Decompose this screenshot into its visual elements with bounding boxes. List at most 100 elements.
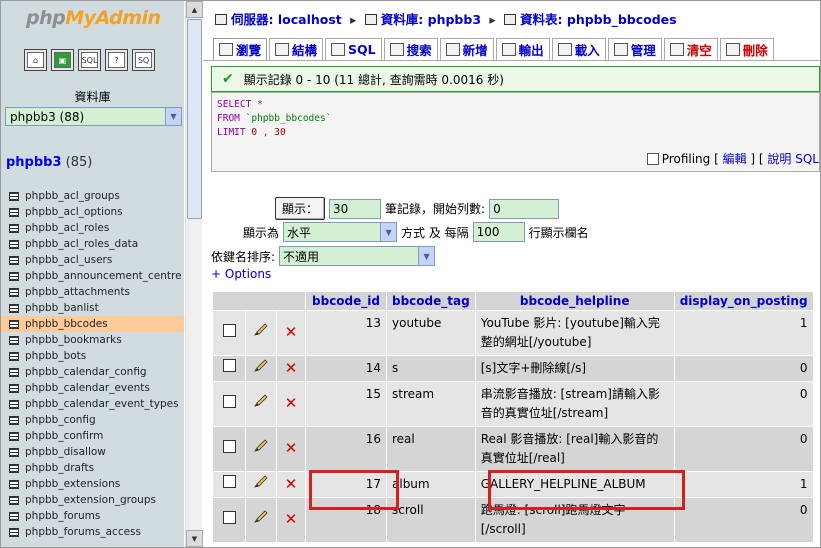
table-icon[interactable] — [9, 319, 19, 329]
sidebar-item-phpbb-bbcodes[interactable]: phpbb_bbcodes — [1, 316, 184, 332]
column-header-bbcode-helpline[interactable]: bbcode_helpline — [475, 292, 674, 310]
table-icon[interactable] — [9, 431, 19, 441]
explain-sql-link[interactable]: 說明 SQL — [767, 150, 819, 167]
docs-icon[interactable]: SQ — [132, 49, 155, 71]
breadcrumb-database[interactable]: phpbb3 — [428, 12, 481, 27]
delete-icon[interactable]: ✕ — [285, 359, 298, 377]
tab-sql[interactable]: SQL — [325, 38, 382, 60]
delete-icon[interactable]: ✕ — [285, 475, 298, 493]
edit-link[interactable]: 編輯 — [723, 150, 747, 167]
sidebar-item-phpbb-acl-roles-data[interactable]: phpbb_acl_roles_data — [1, 236, 184, 252]
delete-icon[interactable]: ✕ — [285, 323, 298, 341]
tab-operations[interactable]: 管理 — [607, 38, 662, 60]
column-header-display-on-posting[interactable]: display_on_posting — [674, 292, 813, 310]
pencil-icon[interactable] — [253, 510, 269, 524]
sql-icon[interactable]: SQL — [78, 49, 101, 71]
table-icon[interactable] — [9, 463, 19, 473]
table-icon[interactable] — [9, 303, 19, 313]
row-checkbox[interactable] — [222, 439, 236, 453]
sidebar-item-phpbb-bots[interactable]: phpbb_bots — [1, 348, 184, 364]
table-icon[interactable] — [9, 255, 19, 265]
delete-icon[interactable]: ✕ — [285, 394, 298, 412]
sidebar-item-phpbb-bookmarks[interactable]: phpbb_bookmarks — [1, 332, 184, 348]
table-icon[interactable] — [9, 527, 19, 537]
sidebar-scrollbar[interactable]: ▲ ▼ — [185, 1, 203, 547]
pencil-icon[interactable] — [253, 439, 269, 453]
tab-search[interactable]: 搜索 — [383, 38, 438, 60]
sidebar-item-phpbb-disallow[interactable]: phpbb_disallow — [1, 444, 184, 460]
scroll-up-icon[interactable]: ▲ — [186, 1, 203, 18]
pencil-icon[interactable] — [253, 394, 269, 408]
chevron-down-icon[interactable]: ▼ — [380, 223, 397, 241]
table-icon[interactable] — [9, 511, 19, 521]
column-header-bbcode-tag[interactable]: bbcode_tag — [387, 292, 475, 310]
sidebar-item-phpbb-acl-roles[interactable]: phpbb_acl_roles — [1, 220, 184, 236]
delete-icon[interactable]: ✕ — [285, 510, 298, 528]
table-icon[interactable] — [9, 415, 19, 425]
table-icon[interactable] — [9, 479, 19, 489]
pencil-icon[interactable] — [253, 323, 269, 337]
sidebar-item-phpbb-config[interactable]: phpbb_config — [1, 412, 184, 428]
tab-export[interactable]: 輸出 — [495, 38, 550, 60]
table-icon[interactable] — [9, 271, 19, 281]
mode-select[interactable]: 水平 ▼ — [283, 222, 398, 242]
tab-browse[interactable]: 瀏覽 — [213, 38, 268, 60]
exit-icon[interactable]: ▣ — [51, 49, 74, 71]
sidebar-item-phpbb-calendar-events[interactable]: phpbb_calendar_events — [1, 380, 184, 396]
row-checkbox[interactable] — [222, 323, 236, 337]
sidebar-item-phpbb-acl-options[interactable]: phpbb_acl_options — [1, 204, 184, 220]
table-icon[interactable] — [9, 367, 19, 377]
sidebar-item-phpbb-banlist[interactable]: phpbb_banlist — [1, 300, 184, 316]
sidebar-item-phpbb-extensions[interactable]: phpbb_extensions — [1, 476, 184, 492]
breadcrumb-server[interactable]: localhost — [278, 12, 342, 27]
rows-input[interactable]: 30 — [329, 198, 382, 219]
sidebar-item-phpbb-forums-access[interactable]: phpbb_forums_access — [1, 524, 184, 540]
tab-empty[interactable]: 清空 — [663, 38, 718, 60]
sidebar-item-phpbb-confirm[interactable]: phpbb_confirm — [1, 428, 184, 444]
chevron-down-icon[interactable]: ▼ — [418, 247, 435, 265]
options-link[interactable]: + Options — [211, 267, 271, 281]
delete-icon[interactable]: ✕ — [285, 439, 298, 457]
table-icon[interactable] — [9, 447, 19, 457]
table-icon[interactable] — [9, 495, 19, 505]
table-icon[interactable] — [9, 399, 19, 409]
column-header-bbcode-id[interactable]: bbcode_id — [306, 292, 386, 310]
sidebar-item-phpbb-acl-users[interactable]: phpbb_acl_users — [1, 252, 184, 268]
row-checkbox[interactable] — [222, 475, 236, 488]
database-select[interactable]: phpbb3 (88) ▼ — [5, 107, 182, 126]
repeat-headers-input[interactable]: 100 — [472, 222, 525, 242]
sidebar-item-phpbb-forums[interactable]: phpbb_forums — [1, 508, 184, 524]
sidebar-item-phpbb-attachments[interactable]: phpbb_attachments — [1, 284, 184, 300]
sidebar-item-phpbb-drafts[interactable]: phpbb_drafts — [1, 460, 184, 476]
tab-structure[interactable]: 結構 — [269, 38, 324, 60]
show-button[interactable]: 顯示： — [275, 197, 326, 220]
row-checkbox[interactable] — [222, 510, 236, 524]
phpmyadmin-logo[interactable]: phpMyAdmin — [26, 7, 161, 29]
sidebar-item-phpbb-announcement-centre[interactable]: phpbb_announcement_centre — [1, 268, 184, 284]
row-checkbox[interactable] — [222, 359, 236, 372]
sidebar-item-phpbb-acl-groups[interactable]: phpbb_acl_groups — [1, 188, 184, 204]
start-row-input[interactable]: 0 — [489, 198, 560, 219]
row-checkbox[interactable] — [222, 394, 236, 408]
table-icon[interactable] — [9, 239, 19, 249]
tab-drop[interactable]: 刪除 — [719, 38, 774, 60]
scroll-down-icon[interactable]: ▼ — [186, 530, 203, 547]
table-icon[interactable] — [9, 383, 19, 393]
sort-select[interactable]: 不適用 ▼ — [279, 246, 436, 266]
sidebar-item-phpbb-calendar-config[interactable]: phpbb_calendar_config — [1, 364, 184, 380]
table-icon[interactable] — [9, 335, 19, 345]
breadcrumb-table[interactable]: phpbb_bbcodes — [567, 12, 677, 27]
scrollbar-thumb[interactable] — [187, 19, 202, 219]
pencil-icon[interactable] — [253, 474, 269, 489]
home-icon[interactable]: ⌂ — [24, 49, 47, 71]
tab-insert[interactable]: 新增 — [439, 38, 494, 60]
table-icon[interactable] — [9, 207, 19, 217]
sidebar-item-phpbb-extension-groups[interactable]: phpbb_extension_groups — [1, 492, 184, 508]
pencil-icon[interactable] — [253, 358, 269, 373]
tab-import[interactable]: 載入 — [551, 38, 606, 60]
chevron-down-icon[interactable]: ▼ — [165, 108, 181, 125]
database-title[interactable]: phpbb3 (85) — [6, 155, 92, 170]
table-icon[interactable] — [9, 351, 19, 361]
table-icon[interactable] — [9, 287, 19, 297]
help-icon[interactable]: ? — [105, 49, 128, 71]
